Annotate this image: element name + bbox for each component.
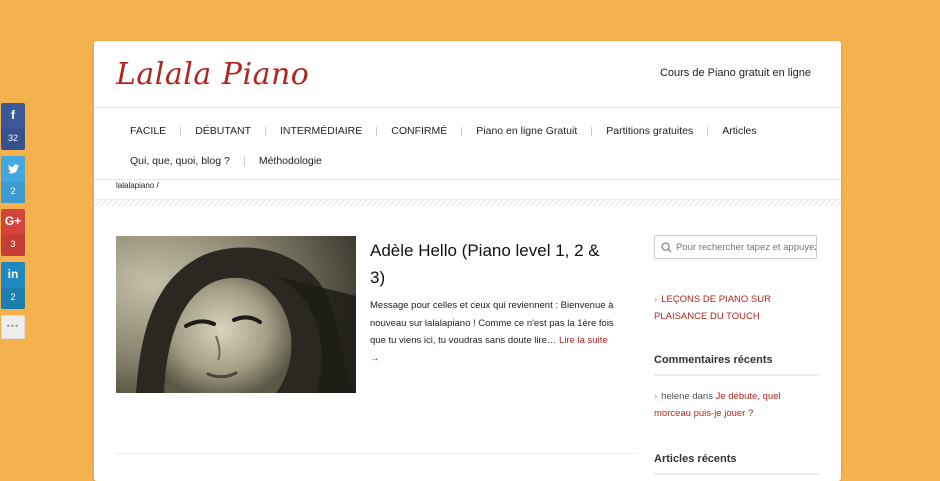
- search-icon: [661, 241, 672, 253]
- breadcrumb[interactable]: lalalapiano /: [116, 181, 159, 190]
- main-navigation: FACILE DÉBUTANT INTERMÉDIAIRE CONFIRMÉ P…: [116, 116, 816, 176]
- post-thumbnail[interactable]: [116, 236, 356, 393]
- recent-articles-title: Articles récents: [654, 453, 819, 475]
- site-logo[interactable]: Lalala Piano: [116, 57, 309, 92]
- nav-item-debutant[interactable]: DÉBUTANT: [181, 125, 265, 137]
- facebook-share-button[interactable]: f 32: [1, 103, 25, 150]
- linkedin-share-button[interactable]: in 2: [1, 262, 25, 309]
- nav-item-partitions[interactable]: Partitions gratuites: [592, 125, 707, 137]
- striped-divider: [94, 199, 841, 206]
- share-count: 2: [1, 182, 25, 203]
- more-share-button[interactable]: •••: [1, 315, 25, 339]
- nav-item-blog[interactable]: Qui, que, quoi, blog ?: [116, 155, 244, 167]
- googleplus-icon: G+: [4, 214, 22, 228]
- comment-author: helene: [661, 391, 690, 402]
- share-count: 32: [1, 129, 25, 150]
- post-title[interactable]: Adèle Hello (Piano level 1, 2 & 3): [370, 237, 610, 291]
- main-container: Lalala Piano Cours de Piano gratuit en l…: [94, 41, 841, 481]
- nav-row-2: Qui, que, quoi, blog ? Méthodologie: [116, 146, 816, 176]
- search-input[interactable]: [672, 241, 816, 253]
- chevron-right-icon: ›: [654, 294, 658, 305]
- nav-item-methodologie[interactable]: Méthodologie: [245, 155, 336, 167]
- nav-row-1: FACILE DÉBUTANT INTERMÉDIAIRE CONFIRMÉ P…: [116, 116, 816, 146]
- nav-divider: [94, 179, 841, 180]
- header-divider: [94, 107, 841, 108]
- social-share-bar: f 32 2 G+ 3 in 2 •••: [1, 103, 25, 339]
- chevron-right-icon: ›: [654, 391, 658, 402]
- nav-item-piano-en-ligne[interactable]: Piano en ligne Gratuit: [462, 125, 591, 137]
- recent-comment-item: › helene dans Je débute, quel morceau pui…: [654, 388, 814, 422]
- portrait-image: [116, 236, 356, 393]
- post-divider: [116, 453, 638, 454]
- nav-item-articles[interactable]: Articles: [708, 125, 770, 137]
- recent-comments-title: Commentaires récents: [654, 354, 819, 376]
- site-tagline: Cours de Piano gratuit en ligne: [659, 67, 811, 79]
- facebook-icon: f: [11, 108, 15, 122]
- featured-link-label: LEÇONS DE PIANO SUR PLAISANCE DU TOUCH: [654, 294, 771, 322]
- linkedin-icon: in: [7, 267, 19, 281]
- twitter-share-button[interactable]: 2: [1, 156, 25, 203]
- share-count: 2: [1, 288, 25, 309]
- share-count: 3: [1, 235, 25, 256]
- search-box[interactable]: [654, 235, 817, 259]
- sidebar-featured-link[interactable]: › LEÇONS DE PIANO SUR PLAISANCE DU TOUCH: [654, 291, 814, 325]
- twitter-icon: [1, 156, 25, 182]
- nav-item-intermediaire[interactable]: INTERMÉDIAIRE: [266, 125, 376, 137]
- comment-connector: dans: [692, 391, 713, 402]
- googleplus-share-button[interactable]: G+ 3: [1, 209, 25, 256]
- nav-item-facile[interactable]: FACILE: [116, 125, 180, 137]
- nav-item-confirme[interactable]: CONFIRMÉ: [377, 125, 461, 137]
- post-excerpt: Message pour celles et ceux qui revienne…: [370, 297, 615, 367]
